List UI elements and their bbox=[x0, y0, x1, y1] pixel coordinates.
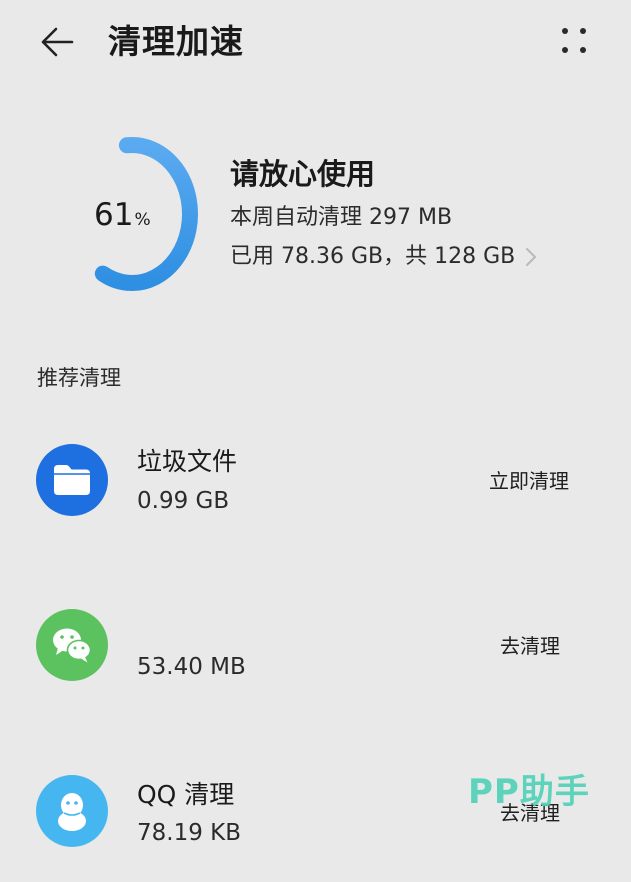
back-button[interactable] bbox=[34, 22, 78, 62]
more-dot bbox=[580, 47, 586, 53]
watermark: PP助手 bbox=[468, 772, 590, 812]
more-dot bbox=[580, 28, 586, 34]
arrow-left-icon bbox=[41, 27, 74, 57]
storage-usage-link[interactable]: 已用 78.36 GB，共 128 GB bbox=[230, 242, 537, 272]
list-item-wechat[interactable]: 53.40 MB 去清理 bbox=[0, 596, 631, 716]
more-dots-icon bbox=[562, 28, 568, 34]
page-title: 清理加速 bbox=[108, 22, 244, 61]
wechat-icon bbox=[36, 609, 108, 681]
go-clean-button[interactable]: 去清理 bbox=[500, 632, 560, 660]
list-item-junk-files[interactable]: 垃圾文件 0.99 GB 立即清理 bbox=[0, 430, 631, 550]
section-title: 推荐清理 bbox=[37, 366, 121, 390]
more-options-button[interactable] bbox=[556, 24, 596, 60]
storage-percent: 61% bbox=[94, 195, 151, 240]
item-size: 78.19 KB bbox=[137, 820, 242, 846]
storage-percent-value: 61 bbox=[94, 197, 134, 233]
qq-icon bbox=[36, 775, 108, 847]
clean-now-button[interactable]: 立即清理 bbox=[489, 467, 569, 495]
item-title: QQ 清理 bbox=[137, 780, 235, 809]
weekly-auto-clean-text: 本周自动清理 297 MB bbox=[230, 205, 453, 230]
folder-icon bbox=[36, 444, 108, 516]
storage-usage-text: 已用 78.36 GB，共 128 GB bbox=[230, 244, 516, 269]
item-title: 垃圾文件 bbox=[137, 447, 238, 476]
item-size: 0.99 GB bbox=[137, 488, 230, 514]
storage-percent-unit: % bbox=[134, 210, 151, 230]
more-dot bbox=[562, 47, 568, 53]
storage-status-title: 请放心使用 bbox=[230, 157, 376, 191]
item-size: 53.40 MB bbox=[137, 654, 246, 680]
chevron-right-icon bbox=[525, 246, 537, 268]
